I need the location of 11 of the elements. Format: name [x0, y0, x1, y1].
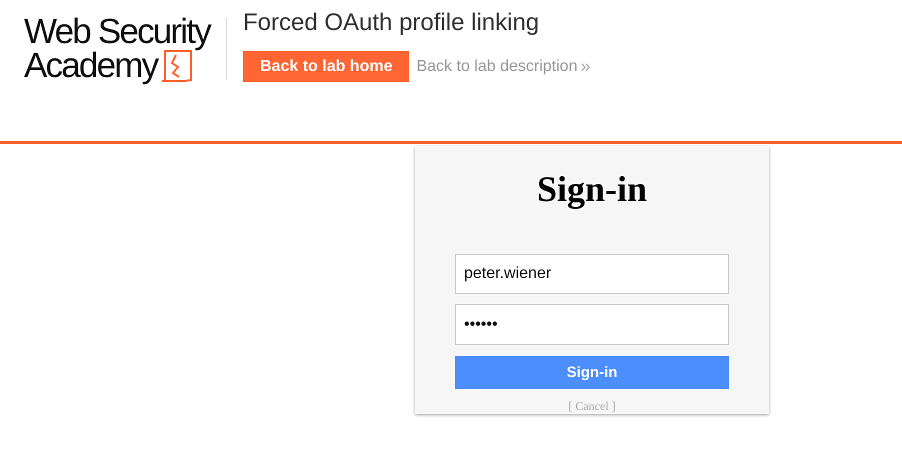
back-to-lab-home-button[interactable]: Back to lab home	[243, 51, 410, 82]
signin-button[interactable]: Sign-in	[455, 356, 729, 389]
cancel-link[interactable]: [ Cancel ]	[568, 399, 616, 414]
signin-heading: Sign-in	[536, 168, 648, 210]
back-to-lab-description-link[interactable]: Back to lab description »	[416, 56, 590, 77]
logo-text: Academy	[24, 49, 158, 83]
logo-text: Web Security	[24, 15, 212, 49]
lightning-logo-icon	[161, 49, 194, 83]
username-field[interactable]: peter.wiener	[455, 254, 729, 294]
lab-title: Forced OAuth profile linking	[243, 9, 540, 37]
password-field[interactable]: ••••••	[455, 304, 729, 345]
